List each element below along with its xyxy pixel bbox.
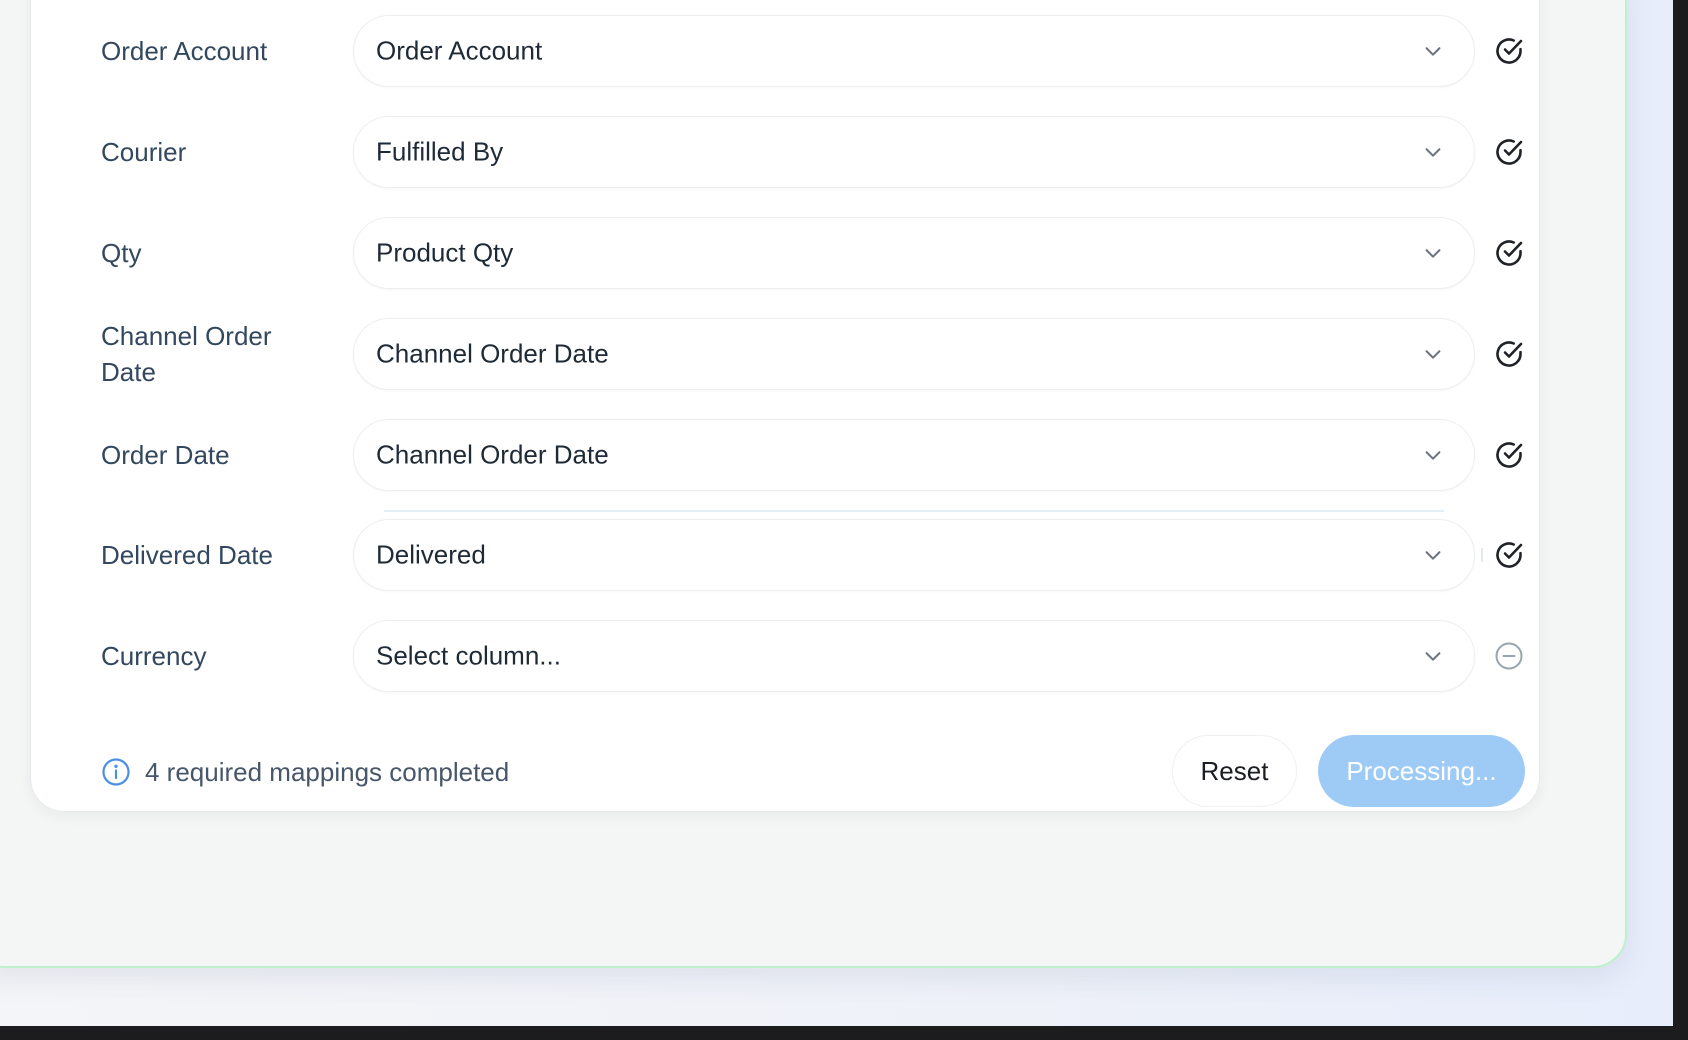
select-value: Fulfilled By bbox=[376, 136, 504, 167]
chevron-down-icon bbox=[1425, 249, 1441, 258]
select-value: Delivered bbox=[376, 539, 486, 570]
chevron-down-icon bbox=[1425, 350, 1441, 359]
column-select[interactable]: Order Account bbox=[353, 15, 1475, 87]
select-value: Channel Order Date bbox=[376, 439, 609, 470]
processing-button[interactable]: Processing... bbox=[1318, 735, 1525, 807]
mapping-status-text: 4 required mappings completed bbox=[145, 756, 510, 787]
select-value: Order Account bbox=[376, 35, 543, 66]
field-label: Currency bbox=[101, 641, 207, 671]
column-select[interactable]: Delivered bbox=[353, 519, 1475, 591]
field-label: Order Date bbox=[101, 440, 230, 470]
column-select[interactable]: Fulfilled By bbox=[353, 116, 1475, 188]
app-viewport: Order Account Order Account Courier Fulf… bbox=[0, 0, 1673, 1026]
mapping-row-currency: Currency Select column... bbox=[101, 620, 1526, 692]
mapping-row-delivered-date: Delivered Date Delivered bbox=[101, 519, 1526, 591]
mapping-status: 4 required mappings completed bbox=[101, 753, 509, 791]
minus-circle-icon bbox=[1495, 642, 1523, 670]
check-circle-icon bbox=[1496, 38, 1523, 64]
info-circle-icon bbox=[102, 758, 130, 786]
chevron-down-icon bbox=[1425, 451, 1441, 460]
check-circle-icon bbox=[1496, 442, 1523, 468]
select-placeholder: Select column... bbox=[376, 640, 561, 671]
select-value: Channel Order Date bbox=[376, 338, 609, 369]
mapping-row-order-account: Order Account Order Account bbox=[101, 15, 1526, 87]
check-circle-icon bbox=[1496, 240, 1523, 266]
chevron-down-icon bbox=[1425, 551, 1441, 560]
column-select[interactable]: Select column... bbox=[353, 620, 1475, 692]
check-circle-icon bbox=[1496, 542, 1523, 568]
column-select[interactable]: Product Qty bbox=[353, 217, 1475, 289]
row-divider bbox=[384, 510, 1444, 512]
mapping-row-channel-order-date: Channel Order Date Channel Order Date bbox=[101, 318, 1526, 390]
field-label: Courier bbox=[101, 137, 187, 167]
field-label: Qty bbox=[101, 238, 142, 268]
select-value: Product Qty bbox=[376, 237, 514, 268]
field-label: Order Account bbox=[101, 36, 268, 66]
chevron-down-icon bbox=[1425, 47, 1441, 56]
mapping-row-qty: Qty Product Qty bbox=[101, 217, 1526, 289]
reset-button[interactable]: Reset bbox=[1172, 735, 1297, 807]
chevron-down-icon bbox=[1425, 148, 1441, 157]
field-label: Channel Order Date bbox=[101, 321, 272, 387]
check-circle-icon bbox=[1496, 341, 1523, 367]
column-select[interactable]: Channel Order Date bbox=[353, 419, 1475, 491]
mapping-row-courier: Courier Fulfilled By bbox=[101, 116, 1526, 188]
mapping-row-order-date: Order Date Channel Order Date bbox=[101, 419, 1526, 491]
check-circle-icon bbox=[1496, 139, 1523, 165]
chevron-down-icon bbox=[1425, 652, 1441, 661]
field-label: Delivered Date bbox=[101, 540, 273, 570]
column-select[interactable]: Channel Order Date bbox=[353, 318, 1475, 390]
